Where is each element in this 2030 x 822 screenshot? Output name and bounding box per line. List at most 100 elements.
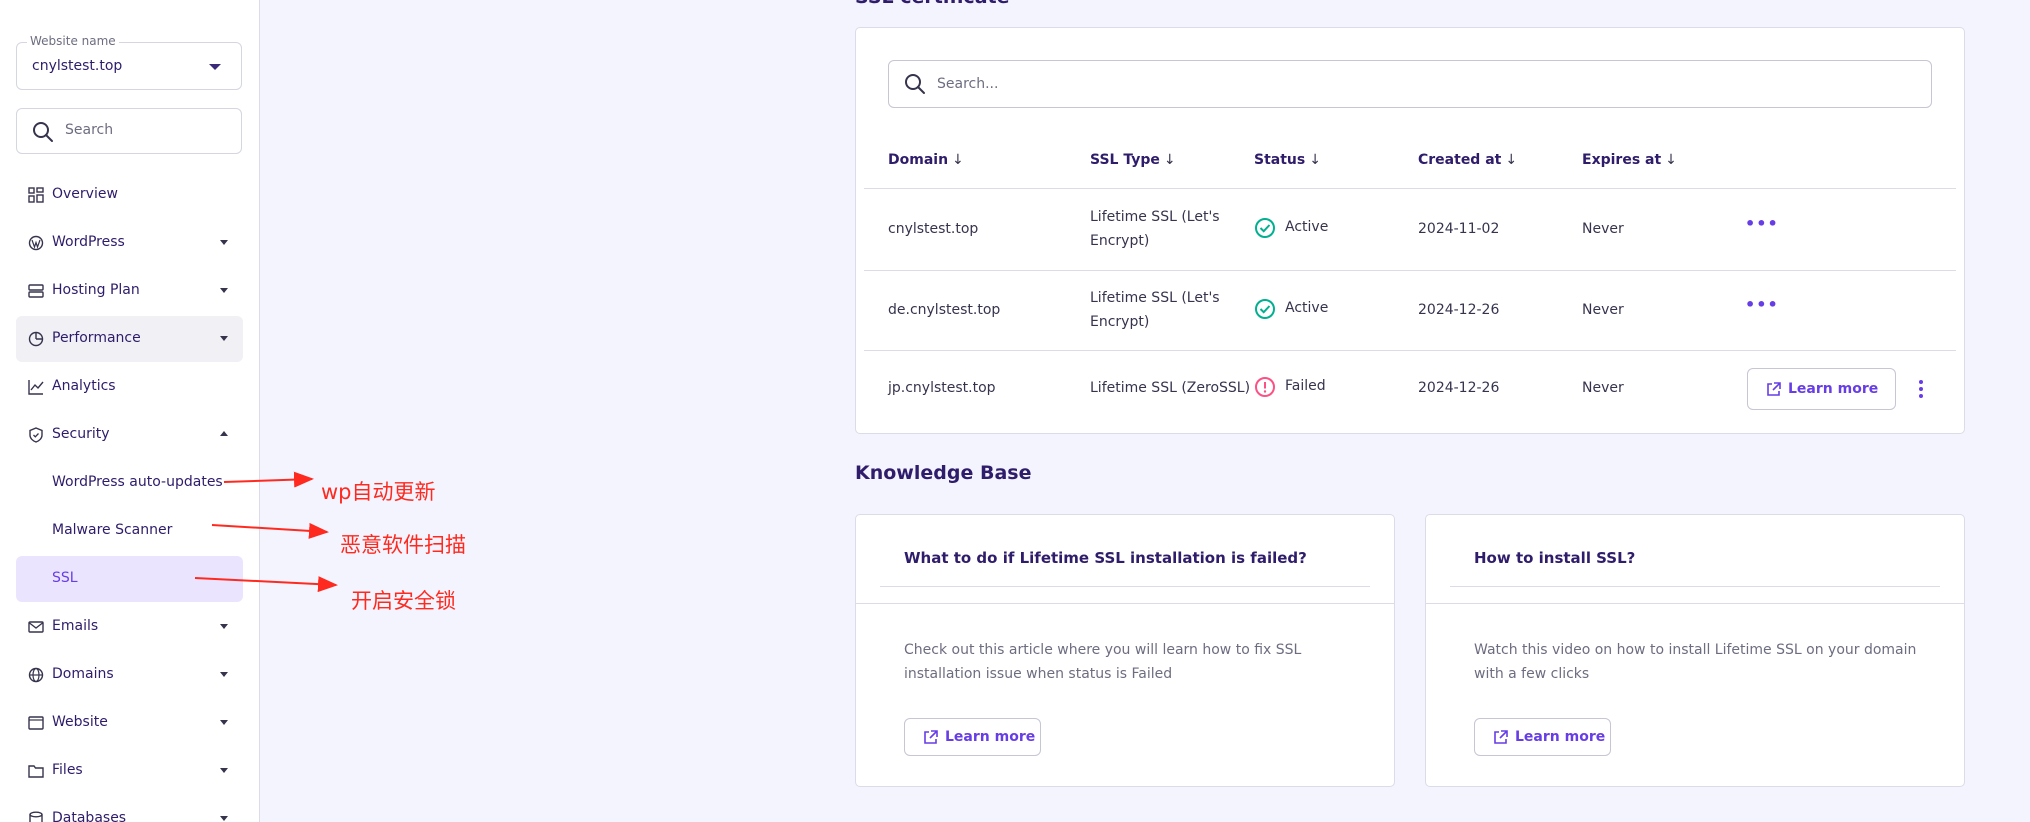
external-link-icon — [924, 730, 938, 744]
sidebar-item-label: Analytics — [52, 378, 116, 394]
website-select[interactable]: Website name cnylstest.top — [16, 34, 242, 90]
sidebar-item-label: WordPress auto-updates — [52, 474, 223, 490]
status-label: Active — [1285, 300, 1329, 316]
sidebar-item-label: Performance — [52, 330, 141, 346]
kb-divider — [1426, 603, 1964, 604]
column-header-label: Status — [1254, 152, 1306, 168]
annotation-text: wp自动更新 — [321, 480, 436, 504]
column-header-expires-at[interactable]: Expires at ↓ — [1582, 152, 1677, 168]
ssl-search[interactable] — [888, 60, 1932, 108]
chevron-up-icon — [220, 431, 228, 436]
gauge-icon — [28, 331, 44, 347]
cell-created: 2024-11-02 — [1418, 221, 1500, 237]
sidebar-item-malware-scanner[interactable]: Malware Scanner — [16, 508, 243, 554]
learn-more-button[interactable]: Learn more — [1747, 368, 1896, 410]
cell-ssl-type: Lifetime SSL (ZeroSSL) — [1090, 380, 1251, 396]
sidebar-search[interactable] — [16, 108, 242, 154]
caret-down-icon — [209, 64, 221, 70]
cell-expires: Never — [1582, 302, 1624, 318]
sidebar-item-domains[interactable]: Domains — [16, 652, 243, 698]
sidebar-item-label: Emails — [52, 618, 99, 634]
ssl-search-input[interactable] — [935, 75, 1839, 93]
chevron-down-icon — [220, 624, 228, 629]
ssl-type-line: Lifetime SSL (Let's — [1090, 290, 1220, 306]
chevron-down-icon — [220, 720, 228, 725]
check-circle-icon — [1255, 299, 1275, 319]
sidebar-item-website[interactable]: Website — [16, 700, 243, 746]
sidebar-item-label: Hosting Plan — [52, 282, 140, 298]
column-header-label: Created at — [1418, 152, 1502, 168]
folder-icon — [28, 765, 44, 778]
more-options-icon[interactable]: ••• — [1745, 295, 1779, 314]
ssl-type-line: Encrypt) — [1090, 314, 1150, 330]
kb-card-description: Watch this video on how to install Lifet… — [1474, 642, 1917, 682]
sidebar-item-hosting-plan[interactable]: Hosting Plan — [16, 268, 243, 314]
sidebar: Website name cnylstest.top Overview Word… — [0, 0, 260, 822]
sidebar-item-label: Security — [52, 426, 110, 442]
chevron-down-icon — [220, 816, 228, 821]
column-header-status[interactable]: Status ↓ — [1254, 152, 1321, 168]
more-options-icon[interactable]: ••• — [1745, 214, 1779, 233]
sidebar-item-ssl[interactable]: SSL — [16, 556, 243, 602]
sidebar-item-emails[interactable]: Emails — [16, 604, 243, 650]
kebab-menu-icon[interactable] — [1919, 380, 1923, 401]
knowledge-base-title: Knowledge Base — [855, 462, 1032, 484]
chevron-down-icon — [220, 768, 228, 773]
check-circle-icon — [1255, 218, 1275, 238]
sidebar-item-wordpress[interactable]: WordPress — [16, 220, 243, 266]
database-icon — [29, 811, 43, 822]
column-header-label: Domain — [888, 152, 949, 168]
kb-card-description: Check out this article where you will le… — [904, 642, 1302, 682]
learn-more-button[interactable]: Learn more — [1474, 718, 1611, 756]
sidebar-item-performance[interactable]: Performance — [16, 316, 243, 362]
status-label: Active — [1285, 219, 1329, 235]
chevron-down-icon — [220, 336, 228, 341]
sidebar-item-label: Domains — [52, 666, 114, 682]
sort-arrow-icon: ↓ — [1163, 152, 1176, 168]
cell-ssl-type: Lifetime SSL (Let's Encrypt) — [1090, 286, 1240, 334]
sidebar-item-security[interactable]: Security — [16, 412, 243, 458]
search-icon — [33, 122, 53, 142]
sidebar-item-wordpress-auto-updates[interactable]: WordPress auto-updates — [16, 460, 243, 506]
ssl-type-line: Lifetime SSL (Let's — [1090, 209, 1220, 225]
wordpress-icon — [28, 235, 44, 251]
sidebar-item-analytics[interactable]: Analytics — [16, 364, 243, 410]
ssl-table-card: Domain↓ SSL Type↓ Status↓ Created at↓ Ex… — [855, 27, 1965, 434]
status-label: Failed — [1285, 378, 1326, 394]
cell-domain: jp.cnylstest.top — [888, 380, 996, 396]
cell-created: 2024-12-26 — [1418, 380, 1500, 396]
sidebar-item-label: Databases — [52, 810, 127, 822]
learn-more-label: Learn more — [1515, 729, 1606, 745]
sidebar-search-input[interactable] — [63, 121, 227, 139]
shield-icon — [29, 427, 43, 443]
sidebar-item-label: Website — [52, 714, 108, 730]
browser-icon — [28, 716, 44, 730]
sidebar-item-label: Malware Scanner — [52, 522, 173, 538]
sidebar-item-label: Overview — [52, 186, 118, 202]
sidebar-item-label: SSL — [52, 570, 78, 586]
chevron-down-icon — [220, 240, 228, 245]
learn-more-label: Learn more — [945, 729, 1036, 745]
learn-more-button[interactable]: Learn more — [904, 718, 1041, 756]
kb-title-underline — [880, 586, 1370, 587]
column-header-domain[interactable]: Domain ↓ — [888, 152, 964, 168]
globe-icon — [28, 667, 44, 683]
row-divider — [864, 350, 1956, 351]
chevron-down-icon — [220, 672, 228, 677]
website-select-value: cnylstest.top — [32, 58, 123, 74]
kb-card: What to do if Lifetime SSL installation … — [855, 514, 1395, 787]
annotation-text: 开启安全锁 — [351, 589, 456, 613]
row-divider — [864, 270, 1956, 271]
sidebar-item-overview[interactable]: Overview — [16, 172, 243, 218]
kb-divider — [856, 603, 1394, 604]
column-header-created-at[interactable]: Created at ↓ — [1418, 152, 1517, 168]
sidebar-item-databases[interactable]: Databases — [16, 796, 243, 822]
column-header-ssl-type[interactable]: SSL Type ↓ — [1090, 152, 1176, 168]
cell-ssl-type: Lifetime SSL (Let's Encrypt) — [1090, 205, 1240, 253]
sort-arrow-icon: ↓ — [1665, 152, 1677, 168]
kb-card-title: How to install SSL? — [1474, 549, 1636, 567]
sidebar-item-files[interactable]: Files — [16, 748, 243, 794]
learn-more-label: Learn more — [1788, 381, 1879, 397]
sort-arrow-icon: ↓ — [1505, 152, 1518, 168]
server-icon — [28, 284, 44, 298]
